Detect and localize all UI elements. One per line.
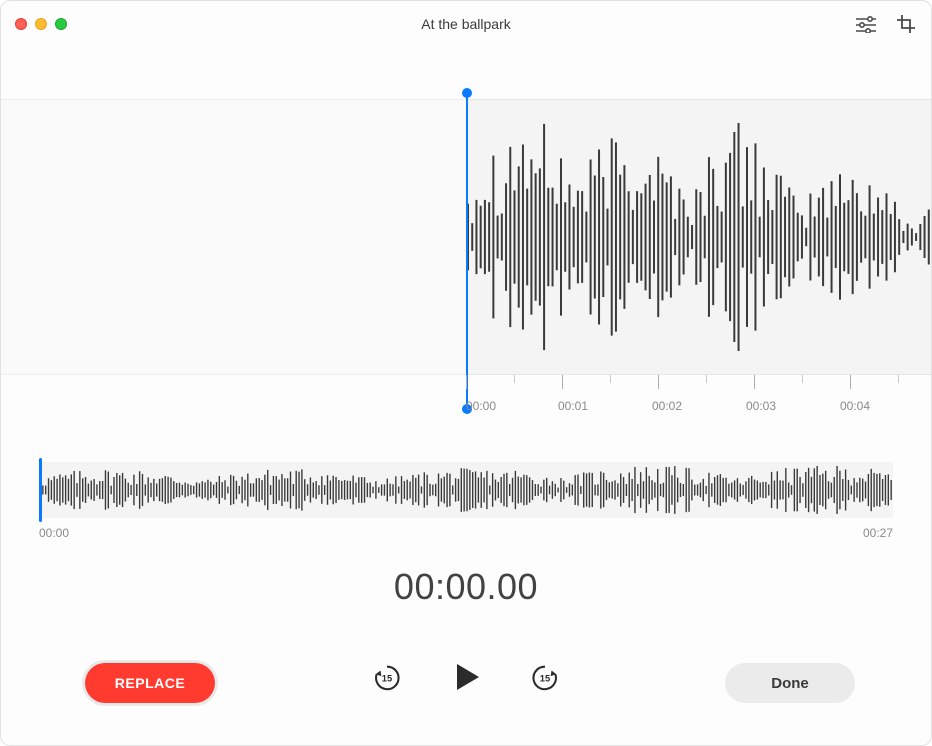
minimize-window-button[interactable]	[35, 18, 47, 30]
overview-playhead[interactable]	[39, 458, 42, 522]
ruler-tick-label: 00:04	[840, 399, 870, 413]
playhead[interactable]	[466, 93, 468, 409]
overview-waveform-area[interactable]: 00:00 00:27	[39, 462, 893, 540]
ruler-tick-label: 00:01	[558, 399, 588, 413]
controls-bar: REPLACE 15 15	[1, 657, 931, 711]
trim-icon[interactable]	[895, 13, 917, 35]
transport-controls: 15 15	[370, 657, 562, 697]
titlebar: At the ballpark	[1, 1, 931, 47]
app-window: At the ballpark	[0, 0, 932, 746]
toolbar-right	[855, 1, 917, 47]
ruler-tick-label: 00:00	[466, 399, 496, 413]
main-waveform-area[interactable]: 00:00 00:01 00:02 00:03 00:04	[1, 57, 931, 402]
main-waveform	[466, 99, 931, 375]
replace-button[interactable]: REPLACE	[85, 663, 215, 703]
waveform-empty-region	[1, 99, 466, 375]
skip-forward-seconds-label: 15	[540, 674, 550, 684]
settings-sliders-icon[interactable]	[855, 13, 877, 35]
skip-forward-15-button[interactable]: 15	[528, 660, 562, 694]
close-window-button[interactable]	[15, 18, 27, 30]
skip-back-seconds-label: 15	[382, 674, 392, 684]
done-button[interactable]: Done	[725, 663, 855, 703]
timecode-display: 00:00.00	[1, 566, 931, 608]
overview-waveform	[39, 462, 893, 518]
play-button[interactable]	[446, 657, 486, 697]
overview-labels: 00:00 00:27	[39, 526, 893, 540]
overview-waveform-bg	[39, 462, 893, 518]
overview-start-label: 00:00	[39, 526, 69, 540]
window-controls	[15, 18, 67, 30]
overview-end-label: 00:27	[863, 526, 893, 540]
ruler-tick-label: 00:02	[652, 399, 682, 413]
skip-back-15-button[interactable]: 15	[370, 660, 404, 694]
ruler-tick-label: 00:03	[746, 399, 776, 413]
zoom-window-button[interactable]	[55, 18, 67, 30]
time-ruler: 00:00 00:01 00:02 00:03 00:04	[1, 375, 931, 415]
window-title: At the ballpark	[1, 16, 931, 32]
